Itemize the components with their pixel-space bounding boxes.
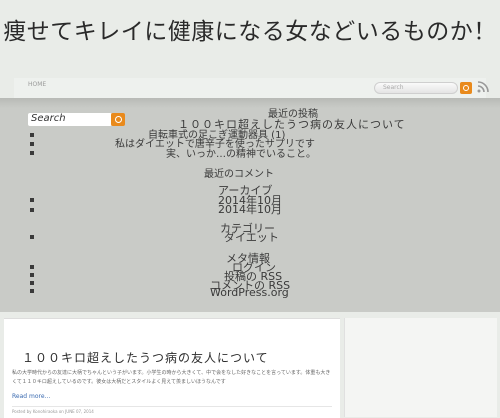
list-bullet (30, 265, 34, 269)
read-more-link[interactable]: Read more... (12, 393, 50, 400)
list-bullet (30, 281, 34, 285)
list-bullet (30, 198, 34, 202)
list-bullet (30, 151, 34, 155)
list-bullet (30, 208, 34, 212)
header-search-button[interactable] (460, 82, 472, 94)
post-divider (12, 406, 332, 407)
nav-home-link[interactable]: HOME (28, 81, 46, 88)
main-post-card: １００キロ超えしたうつ病の友人について 私の大学時代からの友達に大柄でちゃんとい… (4, 318, 340, 418)
list-bullet (30, 142, 34, 146)
header-search-input[interactable]: Search (374, 82, 458, 94)
header-bar: HOME Search (14, 78, 489, 98)
rss-icon[interactable] (477, 81, 489, 93)
list-bullet (30, 289, 34, 293)
sidebar-search-input[interactable]: Search (28, 113, 112, 126)
sidebar-panel: Search 最近の投稿 １００キロ超えしたうつ病の友人について 自転車式の足こ… (0, 98, 500, 312)
list-bullet (30, 235, 34, 239)
list-bullet (30, 273, 34, 277)
post-title-link[interactable]: １００キロ超えしたうつ病の友人について (22, 349, 269, 366)
meta-link-wordpress[interactable]: WordPress.org (210, 286, 289, 299)
category-link[interactable]: ダイエット (224, 229, 279, 245)
sidebar-search-placeholder: Search (31, 113, 66, 124)
sidebar-search-button[interactable] (111, 113, 125, 126)
site-title[interactable]: 痩せてキレイに健康になる女などいるものか！ (0, 18, 500, 47)
archive-link[interactable]: 2014年10月 (218, 201, 282, 217)
post-meta: Posted by Konohiraoka on JUNE 07, 2014 (12, 409, 94, 414)
panel-top-shadow (0, 98, 500, 108)
side-card (344, 318, 497, 417)
post-excerpt: 私の大学時代からの友達に大柄でちゃんという子がいます。小学生の時から大きくて、中… (12, 370, 331, 385)
recent-post-link[interactable]: 実、いっか…の精神でいること。 (166, 145, 316, 160)
header-search-placeholder: Search (383, 84, 404, 91)
recent-comments-heading: 最近のコメント (204, 169, 274, 180)
list-bullet (30, 133, 34, 137)
